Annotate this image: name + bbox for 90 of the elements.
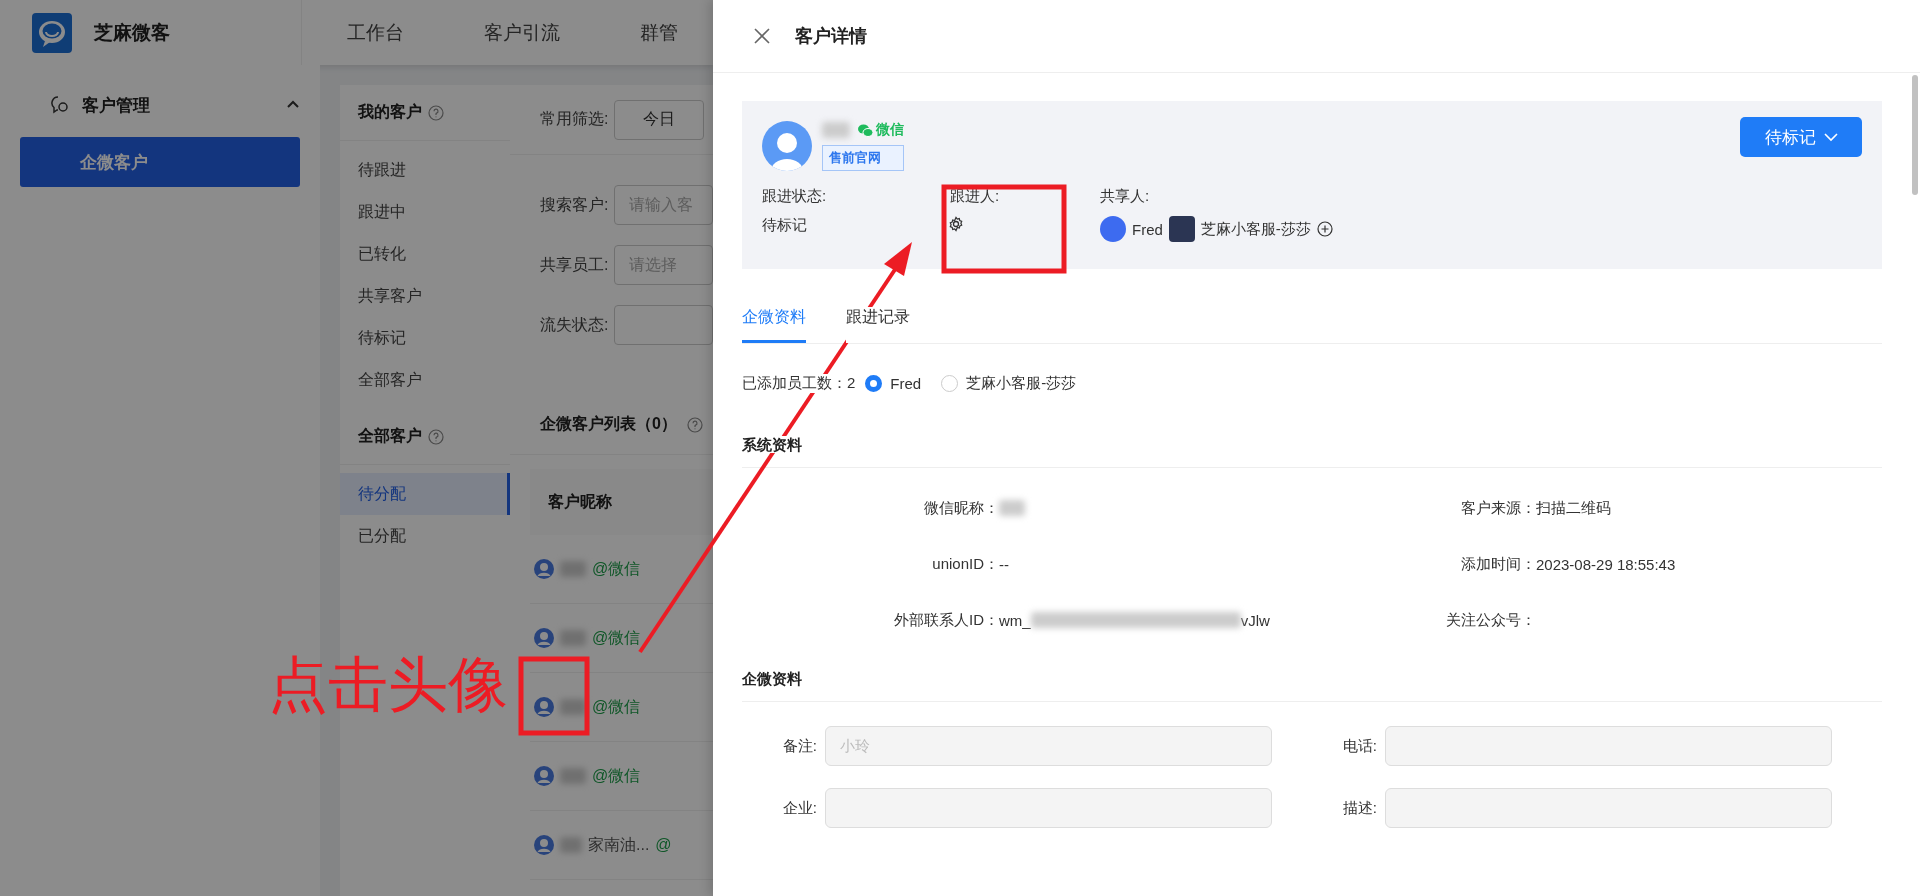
form-label: 描述:: [1341, 798, 1377, 818]
add-icon[interactable]: [1316, 221, 1333, 237]
help-icon: [428, 104, 444, 121]
section-title: 全部客户: [358, 426, 422, 446]
radio-label: Fred: [890, 374, 922, 392]
blurred-name: [560, 630, 586, 646]
subnav-item[interactable]: 全部客户: [340, 359, 510, 401]
customer-name: 家南油...: [588, 834, 650, 855]
form-label: 电话:: [1341, 736, 1377, 756]
menu-group-label[interactable]: 客户管理: [82, 93, 274, 117]
channel-label: @微信: [592, 696, 641, 717]
staff-count: 已添加员工数：2: [742, 373, 856, 393]
blurred-name: [560, 768, 586, 784]
subnav-item[interactable]: 已转化: [340, 233, 510, 275]
blurred-name: [560, 561, 586, 577]
field-value: 待标记: [762, 216, 808, 235]
filter-label: 搜索客户:: [540, 194, 609, 215]
form-label: 备注:: [781, 736, 817, 756]
subnav-item[interactable]: 待标记: [340, 317, 510, 359]
annotation-text: 点击头像: [268, 655, 508, 715]
radio-dot[interactable]: [941, 374, 959, 392]
field-label: 共享人:: [1100, 187, 1151, 206]
subnav-item[interactable]: 待分配: [340, 473, 510, 515]
info-value: --: [999, 555, 1009, 573]
nav-tab[interactable]: 工作台: [347, 19, 404, 46]
list-title: 企微客户列表（0）: [540, 414, 677, 434]
section-title: 企微资料: [742, 670, 802, 687]
subnav-item[interactable]: 已分配: [340, 515, 510, 557]
nav-tab[interactable]: 客户引流: [484, 19, 560, 46]
chat-bubbles-icon: [858, 123, 873, 137]
info-label: unionID：: [931, 554, 999, 574]
blurred-name: [560, 837, 582, 853]
channel-label: @: [655, 836, 672, 854]
subnav-item[interactable]: 跟进中: [340, 191, 510, 233]
info-value: wm_: [999, 611, 1031, 629]
subnav-item[interactable]: 共享客户: [340, 275, 510, 317]
scrollbar-thumb[interactable]: [1912, 75, 1918, 195]
field-label: 跟进状态:: [762, 187, 828, 206]
info-label: 外部联系人ID：: [893, 610, 999, 630]
section-title: 我的客户: [358, 102, 422, 122]
info-value: 扫描二维码: [1536, 498, 1611, 518]
person-avatar: [1100, 216, 1126, 242]
info-label: 微信昵称：: [923, 498, 999, 518]
tab[interactable]: 跟进记录: [846, 307, 910, 343]
blurred-value: [999, 500, 1025, 516]
help-icon: [428, 428, 444, 445]
filter-label: 常用筛选:: [540, 109, 609, 129]
info-label: 客户来源：: [1460, 498, 1536, 518]
customers-icon: [50, 95, 70, 115]
blurred-name: [560, 699, 586, 715]
radio-label: 芝麻小客服-莎莎: [966, 373, 1077, 393]
info-value: vJlw: [1240, 611, 1270, 629]
channel-label: @微信: [592, 627, 641, 648]
filter-label: 流失状态:: [540, 314, 609, 335]
help-icon: [686, 416, 703, 433]
field-label: 跟进人:: [950, 187, 1001, 206]
nav-tab[interactable]: 群管: [640, 19, 678, 46]
channel-label: 微信: [876, 121, 904, 139]
form-label: 企业:: [781, 798, 817, 818]
status-dropdown[interactable]: 待标记: [1740, 117, 1862, 157]
drawer-title: 客户详情: [795, 25, 867, 48]
menu-item[interactable]: 企微客户: [20, 137, 300, 187]
staff-radio[interactable]: 芝麻小客服-莎莎: [941, 373, 1077, 393]
person-name: Fred: [1132, 220, 1163, 238]
logo-icon: [32, 12, 72, 53]
customer-avatar[interactable]: [762, 121, 812, 171]
user-avatar-icon[interactable]: [534, 835, 554, 855]
staff-radio[interactable]: Fred: [865, 374, 922, 392]
person-name: 芝麻小客服-莎莎: [1200, 219, 1311, 239]
info-label: 添加时间：: [1460, 554, 1536, 574]
user-avatar-icon[interactable]: [534, 628, 554, 648]
caret-icon: [1823, 132, 1838, 142]
user-avatar-icon[interactable]: [534, 766, 554, 786]
user-avatar-icon[interactable]: [534, 697, 554, 717]
subnav-item[interactable]: 待跟进: [340, 149, 510, 191]
radio-dot[interactable]: [865, 374, 883, 392]
source-tag: 售前官网: [822, 145, 904, 171]
channel-label: @微信: [592, 765, 641, 786]
filter-label: 共享员工:: [540, 254, 609, 275]
app-name: 芝麻微客: [94, 20, 170, 45]
filter-option[interactable]: 今日: [614, 99, 705, 140]
blurred-name: [822, 122, 850, 138]
section-title: 系统资料: [742, 436, 802, 453]
info-label: 关注公众号：: [1445, 610, 1536, 630]
tab[interactable]: 企微资料: [742, 307, 806, 343]
user-avatar-icon[interactable]: [534, 559, 554, 579]
info-value: 2023-08-29 18:55:43: [1536, 555, 1676, 573]
person-avatar: [1168, 216, 1195, 242]
settings-icon[interactable]: [948, 216, 964, 232]
channel-label: @微信: [592, 558, 641, 579]
